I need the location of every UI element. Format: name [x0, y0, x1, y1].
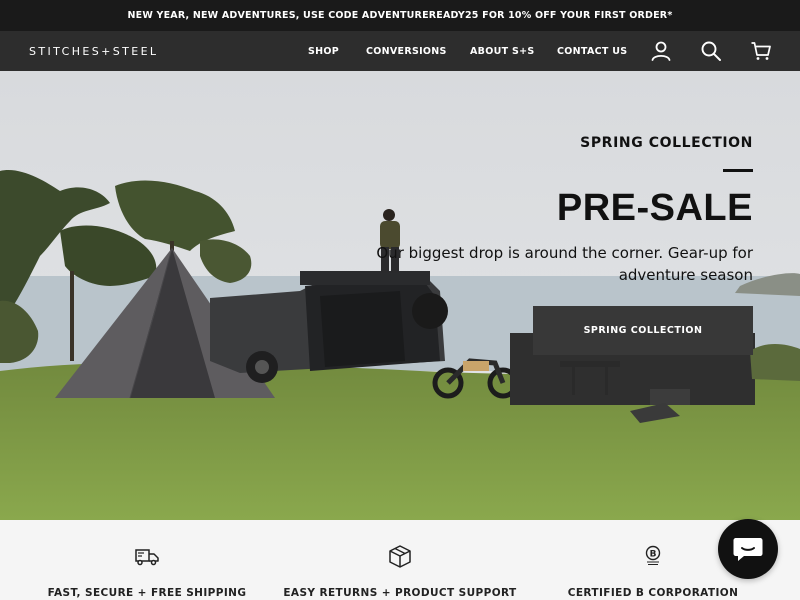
hero-subtitle: Our biggest drop is around the corner. G… — [376, 244, 753, 284]
nav-conversions[interactable]: CONVERSIONS — [366, 31, 447, 71]
announcement-bar: NEW YEAR, NEW ADVENTURES, USE CODE ADVEN… — [0, 0, 800, 31]
nav-shop[interactable]: SHOP — [308, 31, 339, 71]
feature-returns-label: EASY RETURNS + PRODUCT SUPPORT — [283, 587, 517, 599]
feature-returns: EASY RETURNS + PRODUCT SUPPORT — [270, 520, 530, 600]
features-strip: FAST, SECURE + FREE SHIPPING EASY RETURN… — [0, 520, 800, 600]
search-icon[interactable] — [699, 39, 723, 63]
svg-text:B: B — [650, 550, 657, 560]
nav-about[interactable]: ABOUT S+S — [470, 31, 535, 71]
feature-shipping-label: FAST, SECURE + FREE SHIPPING — [47, 587, 247, 599]
spring-collection-button[interactable]: SPRING COLLECTION — [533, 306, 753, 355]
cart-icon[interactable] — [749, 39, 773, 63]
truck-icon — [135, 549, 159, 566]
site-logo[interactable]: STITCHES+STEEL — [29, 31, 158, 71]
account-icon[interactable] — [649, 39, 673, 63]
b-corp-icon: B — [645, 545, 661, 565]
site-header: STITCHES+STEEL SHOP CONVERSIONS ABOUT S+… — [0, 31, 800, 71]
hero-title: PRE-SALE — [556, 187, 753, 229]
announcement-text: NEW YEAR, NEW ADVENTURES, USE CODE ADVEN… — [127, 10, 673, 21]
nav-contact[interactable]: CONTACT US — [557, 31, 627, 71]
box-icon — [389, 545, 411, 568]
chat-button[interactable] — [718, 519, 778, 579]
feature-bcorp-label: CERTIFIED B CORPORATION — [567, 587, 739, 599]
feature-shipping: FAST, SECURE + FREE SHIPPING — [17, 520, 277, 600]
hero-divider — [723, 169, 753, 172]
hero-banner: SPRING COLLECTION PRE-SALE Our biggest d… — [0, 71, 800, 520]
hero-eyebrow: SPRING COLLECTION — [580, 135, 753, 151]
chat-icon — [733, 538, 763, 561]
